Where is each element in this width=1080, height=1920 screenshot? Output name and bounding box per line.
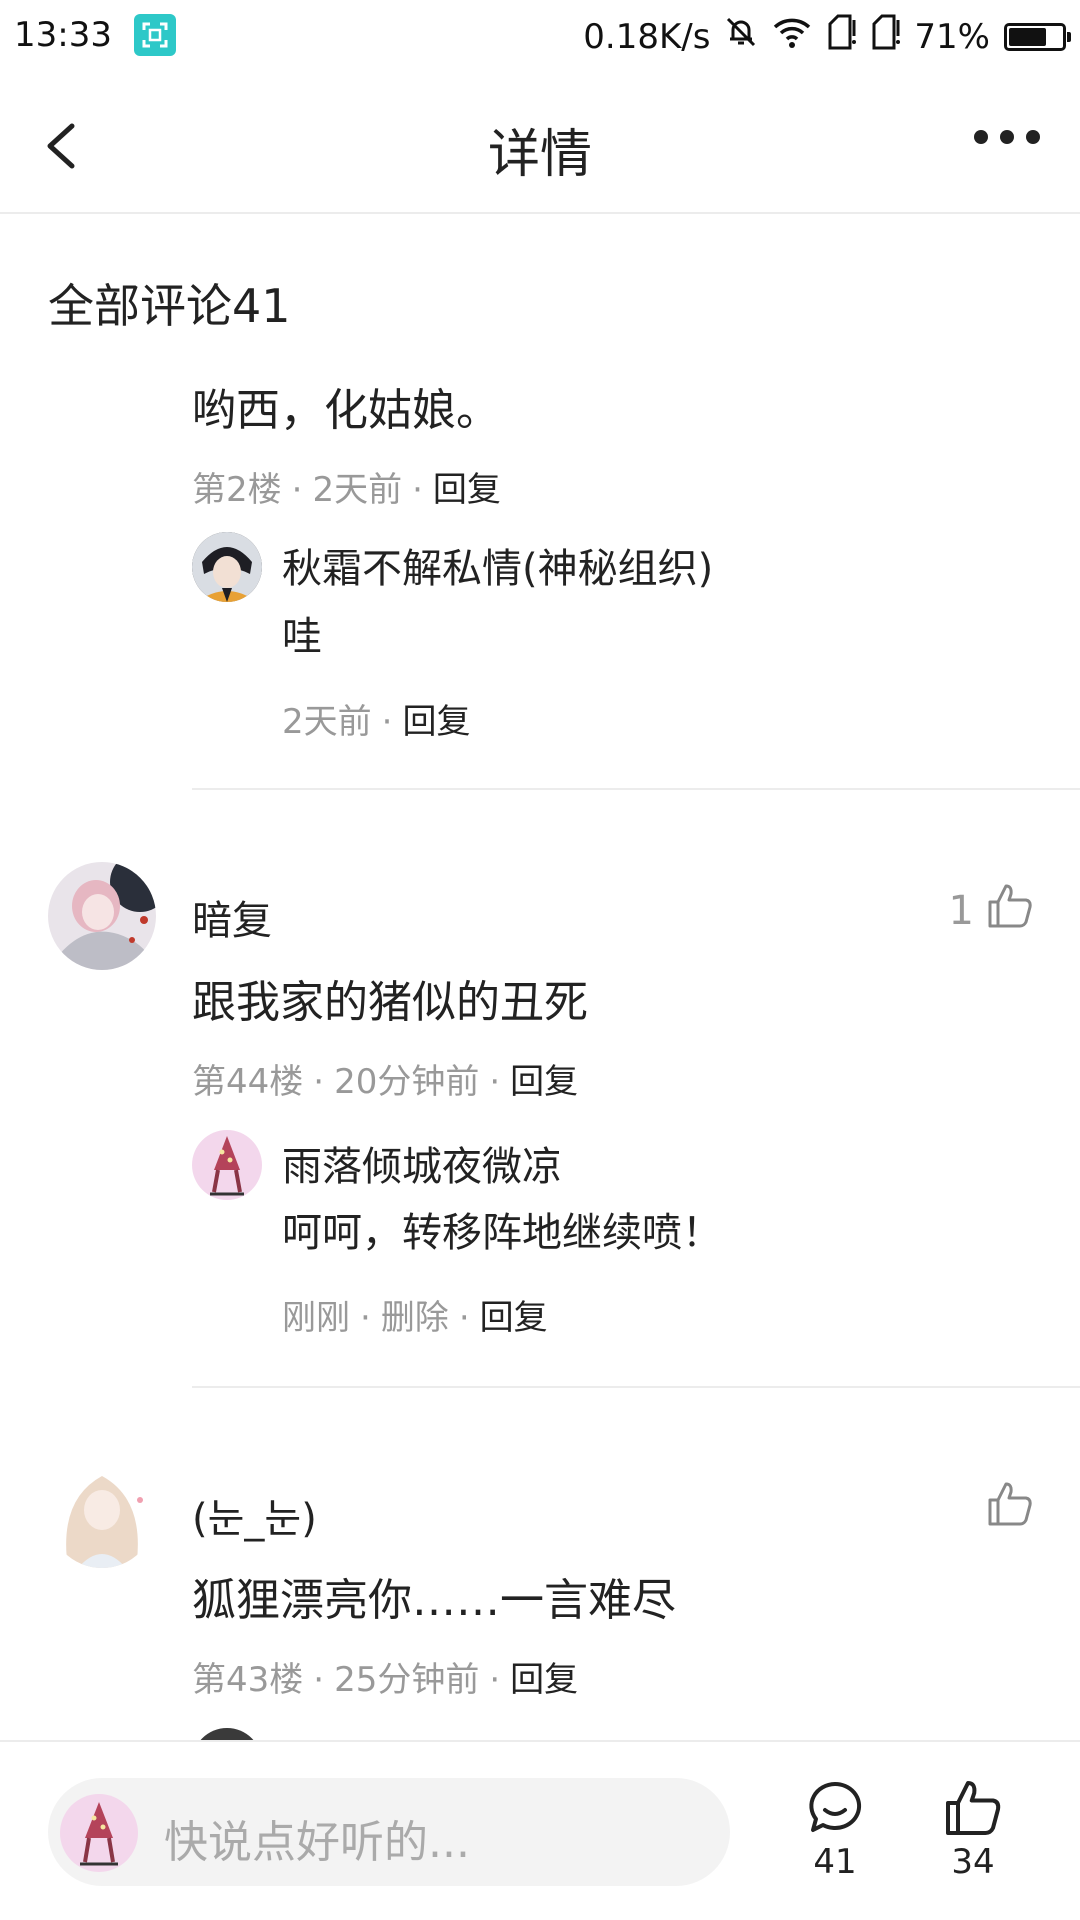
battery-icon — [1004, 22, 1071, 51]
comment-meta: 第2楼 · 2天前 · 回复 — [192, 470, 501, 510]
more-dot-2 — [1000, 130, 1014, 144]
comment-text: 哟西，化姑娘。 — [192, 385, 500, 436]
status-bar: 13:33 0.18K/s 71% — [0, 0, 1080, 78]
avatar — [60, 1794, 138, 1872]
wifi-icon — [772, 15, 812, 58]
more-dots-icon[interactable] — [974, 130, 1040, 144]
like-button[interactable]: 1 — [949, 882, 1034, 940]
reply-meta: 2天前 · 回复 — [282, 702, 471, 742]
reply-button[interactable]: 回复 — [433, 470, 501, 510]
comment-time: 2天前 — [312, 470, 403, 510]
reply-button[interactable]: 回复 — [480, 1298, 548, 1338]
divider — [192, 1386, 1080, 1388]
page-title: 详情 — [487, 125, 592, 185]
comments-button[interactable]: 41 — [790, 1778, 880, 1882]
reply-meta: 刚刚 · 删除 · 回复 — [282, 1298, 548, 1338]
more-dot-1 — [974, 130, 988, 144]
comment-meta: 第44楼 · 20分钟前 · 回复 — [192, 1062, 579, 1102]
sim2-icon — [870, 14, 901, 59]
comment-input[interactable]: 快说点好听的... — [48, 1778, 730, 1886]
battery-fill — [1009, 27, 1046, 46]
thumbs-up-icon — [986, 882, 1034, 940]
comment-count: 41 — [813, 1842, 857, 1882]
status-time: 13:33 — [14, 15, 112, 55]
reply-author[interactable]: 秋霜不解私情(神秘组织) — [282, 536, 713, 594]
status-left: 13:33 — [14, 14, 176, 56]
avatar[interactable] — [192, 1728, 262, 1740]
comment-floor: 第44楼 — [192, 1062, 304, 1102]
reply-button[interactable]: 回复 — [402, 702, 470, 742]
net-speed: 0.18K/s — [583, 16, 711, 57]
comment-text: 跟我家的猪似的丑死 — [192, 977, 588, 1028]
status-right: 0.18K/s 71% — [583, 14, 1071, 59]
comment-time: 25分钟前 — [334, 1660, 480, 1700]
avatar[interactable] — [48, 862, 156, 970]
delete-button[interactable]: 删除 — [381, 1298, 449, 1338]
comment-text: 狐狸漂亮你……一言难尽 — [192, 1575, 676, 1626]
reply-time: 刚刚 — [282, 1298, 350, 1338]
detail-screen: 13:33 0.18K/s 71% 详情 全部评论41 哟西，化姑娘。 第2楼 … — [0, 0, 1080, 1920]
comments-content[interactable]: 全部评论41 哟西，化姑娘。 第2楼 · 2天前 · 回复 秋霜不解私情(神秘组织) 哇… — [0, 214, 1080, 1740]
sim1-icon — [826, 14, 857, 59]
avatar[interactable] — [192, 532, 262, 602]
like-count: 34 — [951, 1842, 995, 1882]
reply-author[interactable]: 雨落倾城夜微凉 — [282, 1134, 562, 1192]
comment-input-placeholder: 快说点好听的... — [164, 1817, 470, 1868]
thumbs-up-icon — [986, 1480, 1034, 1538]
comment-floor: 第43楼 — [192, 1660, 304, 1700]
comment-bubble-icon — [805, 1781, 865, 1842]
reply-time: 2天前 — [282, 702, 372, 742]
nav-bar: 详情 — [0, 78, 1080, 214]
comment-author[interactable]: (눈_눈) — [192, 1486, 317, 1544]
comments-section-title: 全部评论41 — [48, 279, 291, 333]
avatar[interactable] — [48, 1460, 156, 1568]
comment-author[interactable]: 暗复 — [192, 888, 272, 946]
like-button[interactable] — [974, 1480, 1034, 1538]
reply-text: 呵呵，转移阵地继续喷！ — [282, 1210, 722, 1256]
reply-button[interactable]: 回复 — [510, 1062, 578, 1102]
like-post-button[interactable]: 34 — [928, 1778, 1018, 1882]
thumbs-up-icon — [943, 1781, 1003, 1842]
more-dot-3 — [1026, 130, 1040, 144]
avatar[interactable] — [192, 1130, 262, 1200]
reply-button[interactable]: 回复 — [510, 1660, 578, 1700]
battery-percent: 71% — [914, 16, 990, 57]
comment-floor: 第2楼 — [192, 470, 282, 510]
comment-time: 20分钟前 — [334, 1062, 480, 1102]
bottom-action-bar: 快说点好听的... 41 34 — [0, 1740, 1080, 1920]
like-count: 1 — [948, 888, 974, 934]
screenshot-icon — [133, 14, 176, 56]
mute-bell-icon — [724, 15, 758, 58]
comment-meta: 第43楼 · 25分钟前 · 回复 — [192, 1660, 579, 1700]
reply-text: 哇 — [282, 614, 322, 660]
divider — [192, 788, 1080, 790]
